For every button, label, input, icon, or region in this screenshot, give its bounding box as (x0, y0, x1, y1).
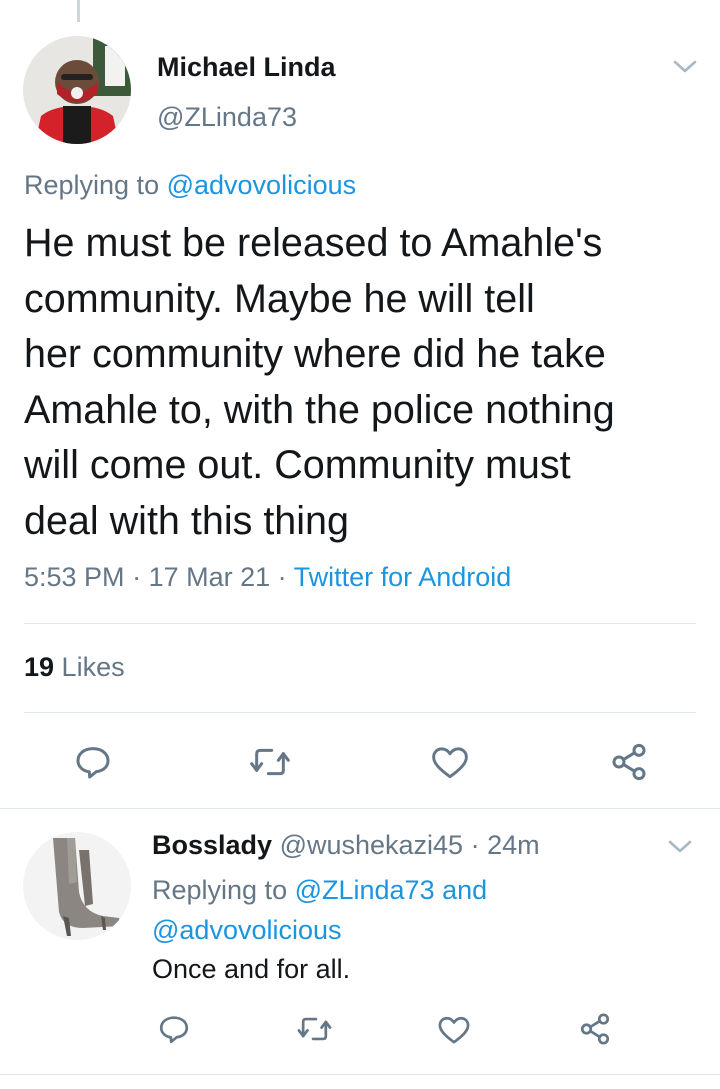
replying-to-link-2[interactable]: @advovolicious (152, 915, 342, 945)
tweet-client-link[interactable]: Twitter for Android (294, 562, 512, 592)
heart-icon[interactable] (437, 1014, 471, 1045)
author-handle[interactable]: @ZLinda73 (157, 102, 297, 133)
reply-icon[interactable] (73, 742, 113, 782)
divider (24, 623, 696, 624)
reply-author-handle[interactable]: @wushekazi45 (272, 830, 464, 860)
reply-author-name[interactable]: Bosslady (152, 830, 272, 860)
avatar[interactable] (23, 36, 131, 144)
reply-time: · 24m (463, 830, 540, 860)
tweet-date: 17 Mar 21 (148, 562, 271, 592)
reply-avatar[interactable] (23, 832, 131, 940)
divider (24, 712, 696, 713)
share-icon[interactable] (578, 1012, 612, 1046)
tweet-meta: 5:53 PM · 17 Mar 21 · Twitter for Androi… (24, 562, 511, 593)
replying-prefix: Replying to (24, 170, 167, 200)
share-icon[interactable] (609, 742, 649, 782)
heart-icon[interactable] (430, 744, 470, 780)
tweet-time: 5:53 PM (24, 562, 125, 592)
reply-header: Bosslady @wushekazi45 · 24m (152, 830, 540, 861)
likes-count[interactable]: 19 Likes (24, 652, 125, 683)
likes-number: 19 (24, 652, 55, 682)
author-name[interactable]: Michael Linda (157, 52, 336, 83)
divider (0, 1074, 720, 1075)
meta-separator: · (270, 562, 294, 592)
replying-and: and (434, 875, 488, 905)
chevron-down-icon[interactable] (672, 58, 698, 76)
avatar-image (23, 36, 131, 144)
tweet-text: He must be released to Amahle's communit… (24, 221, 615, 543)
likes-label: Likes (54, 652, 125, 682)
replying-to-link-1[interactable]: @ZLinda73 (295, 875, 435, 905)
retweet-icon[interactable] (296, 1012, 333, 1046)
retweet-icon[interactable] (248, 742, 292, 782)
replying-to: Replying to @advovolicious (24, 170, 356, 201)
thread-line (77, 0, 80, 22)
divider (0, 808, 720, 809)
chevron-down-icon[interactable] (667, 838, 693, 856)
meta-separator: · (124, 562, 149, 592)
reply-avatar-image (23, 832, 131, 940)
reply-icon[interactable] (157, 1012, 191, 1046)
replying-prefix: Replying to (152, 875, 295, 905)
reply-replying-to: Replying to @ZLinda73 and @advovolicious (152, 870, 572, 950)
reply-text: Once and for all. (152, 954, 351, 984)
replying-to-link[interactable]: @advovolicious (167, 170, 357, 200)
